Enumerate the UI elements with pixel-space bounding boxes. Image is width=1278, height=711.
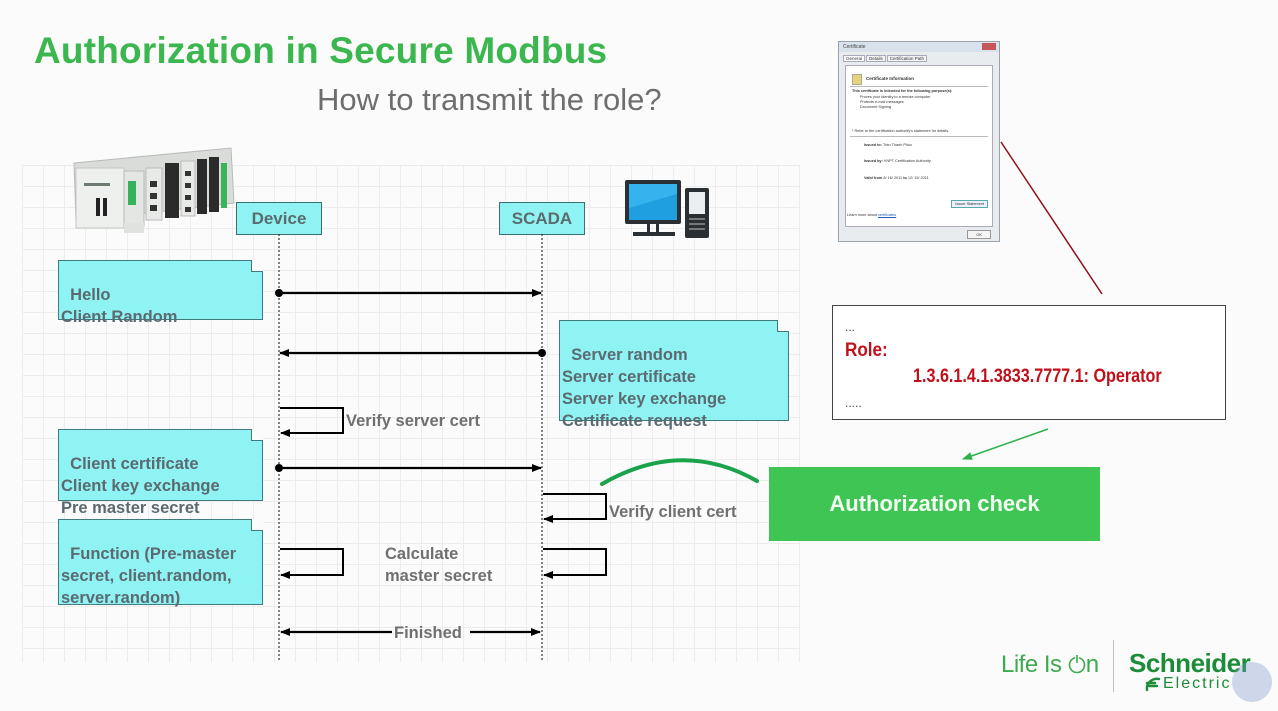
self-message-verify-client-cert <box>543 493 607 523</box>
label-calculate-master-secret: Calculate master secret <box>385 545 493 585</box>
certificate-footnote: * Refer to the certification authority's… <box>852 129 950 133</box>
message-server-hello <box>279 349 546 357</box>
label-finished: Finished <box>394 624 462 642</box>
certificate-titlebar: Certificate <box>839 42 999 52</box>
watermark-badge <box>1232 662 1272 702</box>
role-to-auth-arrow <box>962 428 1049 460</box>
certificate-purpose: Protects e-mail messages <box>860 100 904 104</box>
tagline-prefix: Life Is <box>1001 651 1068 678</box>
note-text: Hello Client Random <box>61 286 178 326</box>
ellipsis-top: ... <box>845 320 856 334</box>
valid-to-value: 12/ 15/ 2011 <box>907 176 929 180</box>
note-text: Server random Server certificate Server … <box>562 346 727 430</box>
valid-to-label: to <box>903 176 907 180</box>
electric-logo-text: Electric <box>1163 675 1232 692</box>
self-message-verify-server-cert <box>280 407 344 437</box>
certificate-purpose-intro: This certificate is intended for the fol… <box>852 89 953 93</box>
self-message-scada-calc-master <box>543 548 607 579</box>
certificate-tabs: General Details Certification Path <box>843 55 995 62</box>
tab-general: General <box>843 55 866 62</box>
self-message-device-calc-master <box>280 548 344 579</box>
note-text: Function (Pre-master secret, client.rand… <box>61 545 237 607</box>
issued-to-label: Issued to: <box>864 143 882 147</box>
note-server-hello: Server random Server certificate Server … <box>559 320 789 430</box>
note-client-certificate: Client certificate Client key exchange P… <box>58 429 263 517</box>
close-icon <box>982 43 996 50</box>
authorization-check-box: Authorization check <box>769 467 1100 541</box>
learn-more-text: Learn more about certificates <box>847 213 896 217</box>
note-client-hello: Hello Client Random <box>58 260 263 326</box>
ellipsis-bottom: ..... <box>845 396 862 410</box>
certificate-connector-line <box>1000 141 1103 295</box>
power-icon <box>1068 654 1086 674</box>
message-client-key-exchange <box>275 464 542 472</box>
note-fold <box>251 519 263 531</box>
message-client-hello <box>275 289 542 297</box>
issued-by-value: VNPT Certification Authority <box>883 159 931 163</box>
note-fold <box>251 429 263 441</box>
certificate-icon <box>852 74 862 85</box>
green-highlight-curve <box>600 458 759 486</box>
certificate-heading: Certificate Information <box>866 76 915 81</box>
role-label: Role: <box>845 340 888 361</box>
issued-to-value: Trần Thanh Phúc <box>882 143 913 147</box>
issued-by-label: Issued by: <box>864 159 883 163</box>
note-fold <box>251 260 263 272</box>
role-value: 1.3.6.1.4.1.3833.7777.1: Operator <box>913 366 1162 387</box>
schneider-logo-icon <box>1145 677 1161 692</box>
note-function: Function (Pre-master secret, client.rand… <box>58 519 263 607</box>
certificate-purpose: Proves your identity to a remote compute… <box>860 95 931 99</box>
note-text: Client certificate Client key exchange P… <box>61 455 220 517</box>
valid-from-label: Valid from <box>864 176 883 180</box>
learn-more-link[interactable]: certificates <box>878 213 896 217</box>
certificate-title: Certificate <box>843 44 866 50</box>
valid-from-value: 8/ 16/ 2011 <box>883 176 903 180</box>
certificate-purpose: Document Signing <box>860 105 892 109</box>
note-fold <box>777 320 789 332</box>
tab-certification-path: Certification Path <box>886 55 928 62</box>
label-verify-server-cert: Verify server cert <box>346 412 480 430</box>
life-is-on-tagline: Life Is n <box>1001 651 1099 679</box>
role-extension-box: ... Role: 1.3.6.1.4.1.3833.7777.1: Opera… <box>832 305 1226 420</box>
label-verify-client-cert: Verify client cert <box>609 503 737 521</box>
brand-divider <box>1113 640 1114 692</box>
tab-details: Details <box>866 55 886 62</box>
learn-more-prefix: Learn more about <box>847 213 879 217</box>
tagline-suffix: n <box>1085 651 1099 678</box>
